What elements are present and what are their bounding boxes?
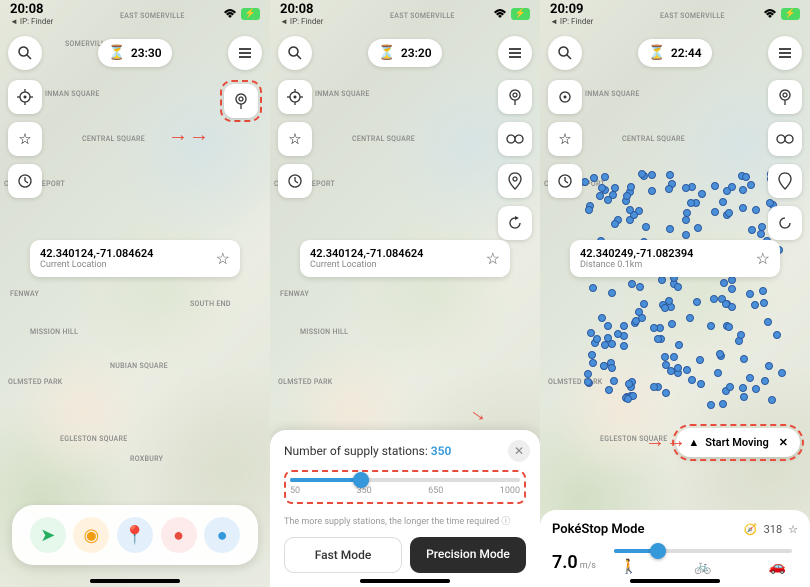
battery-icon: ⚡ bbox=[241, 8, 260, 20]
coordinates: 42.340124,-71.084624 bbox=[40, 247, 206, 260]
bike-icon[interactable]: 🚲 bbox=[694, 559, 711, 575]
speed-display: 7.0 m/s bbox=[552, 552, 596, 573]
precision-mode-button[interactable]: Precision Mode bbox=[410, 537, 526, 573]
location-card[interactable]: 42.340124,-71.084624 Current Location ☆ bbox=[300, 240, 510, 277]
annotation-arrow: → → bbox=[168, 122, 207, 147]
info-icon[interactable]: ⓘ bbox=[501, 517, 510, 527]
star-icon[interactable]: ☆ bbox=[756, 249, 770, 268]
sheet-title: Number of supply stations: 350 bbox=[284, 444, 526, 458]
hourglass-icon: ⏳ bbox=[648, 45, 665, 61]
history-button[interactable] bbox=[548, 164, 582, 198]
back-app[interactable]: ◄ IP: Finder bbox=[280, 17, 323, 26]
close-icon[interactable]: ✕ bbox=[779, 436, 788, 449]
play-icon: ▲ bbox=[688, 436, 699, 449]
wifi-icon bbox=[762, 8, 778, 20]
pin-button[interactable] bbox=[768, 164, 802, 198]
route-icon: 🧭 bbox=[744, 523, 758, 536]
search-button[interactable] bbox=[548, 36, 582, 70]
timer-value: 22:44 bbox=[671, 46, 702, 60]
clock: 20:09 bbox=[550, 2, 593, 17]
wifi-icon bbox=[222, 8, 238, 20]
start-moving-button[interactable]: ▲ Start Moving ✕ bbox=[676, 428, 800, 457]
status-bar: 20:09 ◄ IP: Finder ⚡ bbox=[540, 0, 810, 28]
annotation-arrow: → → bbox=[645, 428, 684, 453]
status-icons: ⚡ bbox=[222, 8, 260, 20]
refresh-button[interactable] bbox=[768, 206, 802, 240]
supply-slider[interactable]: 50 350 650 1000 bbox=[284, 470, 526, 504]
locate-button[interactable] bbox=[8, 80, 42, 114]
pin-button[interactable] bbox=[498, 164, 532, 198]
favorites-button[interactable]: ☆ bbox=[278, 122, 312, 156]
bottom-dock: ➤ ◉ 📍 ● ● bbox=[12, 505, 258, 565]
panel-title: PokéStop Mode bbox=[552, 522, 644, 537]
menu-button[interactable] bbox=[768, 36, 802, 70]
dock-marker[interactable]: ● bbox=[204, 517, 240, 553]
search-button[interactable] bbox=[8, 36, 42, 70]
menu-button[interactable] bbox=[228, 36, 262, 70]
history-button[interactable] bbox=[8, 164, 42, 198]
pokestop-button[interactable] bbox=[498, 80, 532, 114]
car-icon[interactable]: 🚗 bbox=[769, 559, 786, 575]
back-app[interactable]: ◄ IP: Finder bbox=[550, 17, 593, 26]
menu-button[interactable] bbox=[498, 36, 532, 70]
hourglass-icon: ⏳ bbox=[108, 45, 125, 61]
locate-button[interactable] bbox=[548, 80, 582, 114]
pokestop-button[interactable] bbox=[768, 80, 802, 114]
supply-sheet: ✕ Number of supply stations: 350 50 350 … bbox=[270, 430, 540, 587]
close-button[interactable]: ✕ bbox=[508, 440, 530, 462]
search-button[interactable] bbox=[278, 36, 312, 70]
locate-button[interactable] bbox=[278, 80, 312, 114]
pokestop-cluster: document.write(Array.from({length:180},(… bbox=[580, 165, 790, 415]
speed-slider[interactable]: 🚶 🚲 🚗 bbox=[608, 549, 798, 575]
binoculars-button[interactable] bbox=[498, 122, 532, 156]
stop-count: 318 bbox=[764, 523, 783, 536]
screen-2: EAST SOMERVILLE INMAN SQUARE CENTRAL SQU… bbox=[270, 0, 540, 587]
timer-value: 23:20 bbox=[401, 46, 432, 60]
location-sub: Current Location bbox=[310, 260, 476, 270]
pokestop-panel: PokéStop Mode 🧭 318 ☆ 7.0 m/s 🚶 🚲 bbox=[540, 510, 810, 587]
home-indicator[interactable] bbox=[360, 579, 450, 583]
home-indicator[interactable] bbox=[90, 579, 180, 583]
dock-radar[interactable]: ◉ bbox=[73, 517, 109, 553]
back-app[interactable]: ◄ IP: Finder bbox=[10, 17, 53, 26]
dock-pin[interactable]: 📍 bbox=[117, 517, 153, 553]
home-indicator[interactable] bbox=[630, 579, 720, 583]
timer-pill[interactable]: ⏳ 22:44 bbox=[638, 39, 711, 67]
clock: 20:08 bbox=[10, 2, 53, 17]
coordinates: 42.340124,-71.084624 bbox=[310, 247, 476, 260]
battery-icon: ⚡ bbox=[511, 8, 530, 20]
walk-icon[interactable]: 🚶 bbox=[620, 559, 637, 575]
status-bar: 20:08 ◄ IP: Finder ⚡ bbox=[0, 0, 270, 28]
star-icon[interactable]: ☆ bbox=[486, 249, 500, 268]
timer-value: 23:30 bbox=[131, 46, 162, 60]
favorites-button[interactable]: ☆ bbox=[548, 122, 582, 156]
history-button[interactable] bbox=[278, 164, 312, 198]
hourglass-icon: ⏳ bbox=[378, 45, 395, 61]
favorites-button[interactable]: ☆ bbox=[8, 122, 42, 156]
pokestop-button[interactable] bbox=[224, 84, 258, 118]
timer-pill[interactable]: ⏳ 23:30 bbox=[98, 39, 171, 67]
fast-mode-button[interactable]: Fast Mode bbox=[284, 537, 402, 573]
status-icons: ⚡ bbox=[492, 8, 530, 20]
location-sub: Distance 0.1km bbox=[580, 260, 746, 270]
battery-icon: ⚡ bbox=[781, 8, 800, 20]
location-card[interactable]: 42.340124,-71.084624 Current Location ☆ bbox=[30, 240, 240, 277]
binoculars-button[interactable] bbox=[768, 122, 802, 156]
sheet-hint: The more supply stations, the longer the… bbox=[284, 514, 526, 527]
screen-1: EAST SOMERVILLE SOMERVILLE INMAN SQUARE … bbox=[0, 0, 270, 587]
timer-pill[interactable]: ⏳ 23:20 bbox=[368, 39, 441, 67]
star-icon[interactable]: ☆ bbox=[216, 249, 230, 268]
star-icon[interactable]: ☆ bbox=[788, 523, 798, 536]
dock-person[interactable]: ● bbox=[161, 517, 197, 553]
location-sub: Current Location bbox=[40, 260, 206, 270]
refresh-button[interactable] bbox=[498, 206, 532, 240]
clock: 20:08 bbox=[280, 2, 323, 17]
status-bar: 20:08 ◄ IP: Finder ⚡ bbox=[270, 0, 540, 28]
location-card[interactable]: 42.340249,-71.082394 Distance 0.1km ☆ bbox=[570, 240, 780, 277]
wifi-icon bbox=[492, 8, 508, 20]
dock-navigate[interactable]: ➤ bbox=[30, 517, 66, 553]
screen-3: EAST SOMERVILLE INMAN SQUARE CENTRAL SQU… bbox=[540, 0, 810, 587]
coordinates: 42.340249,-71.082394 bbox=[580, 247, 746, 260]
status-icons: ⚡ bbox=[762, 8, 800, 20]
